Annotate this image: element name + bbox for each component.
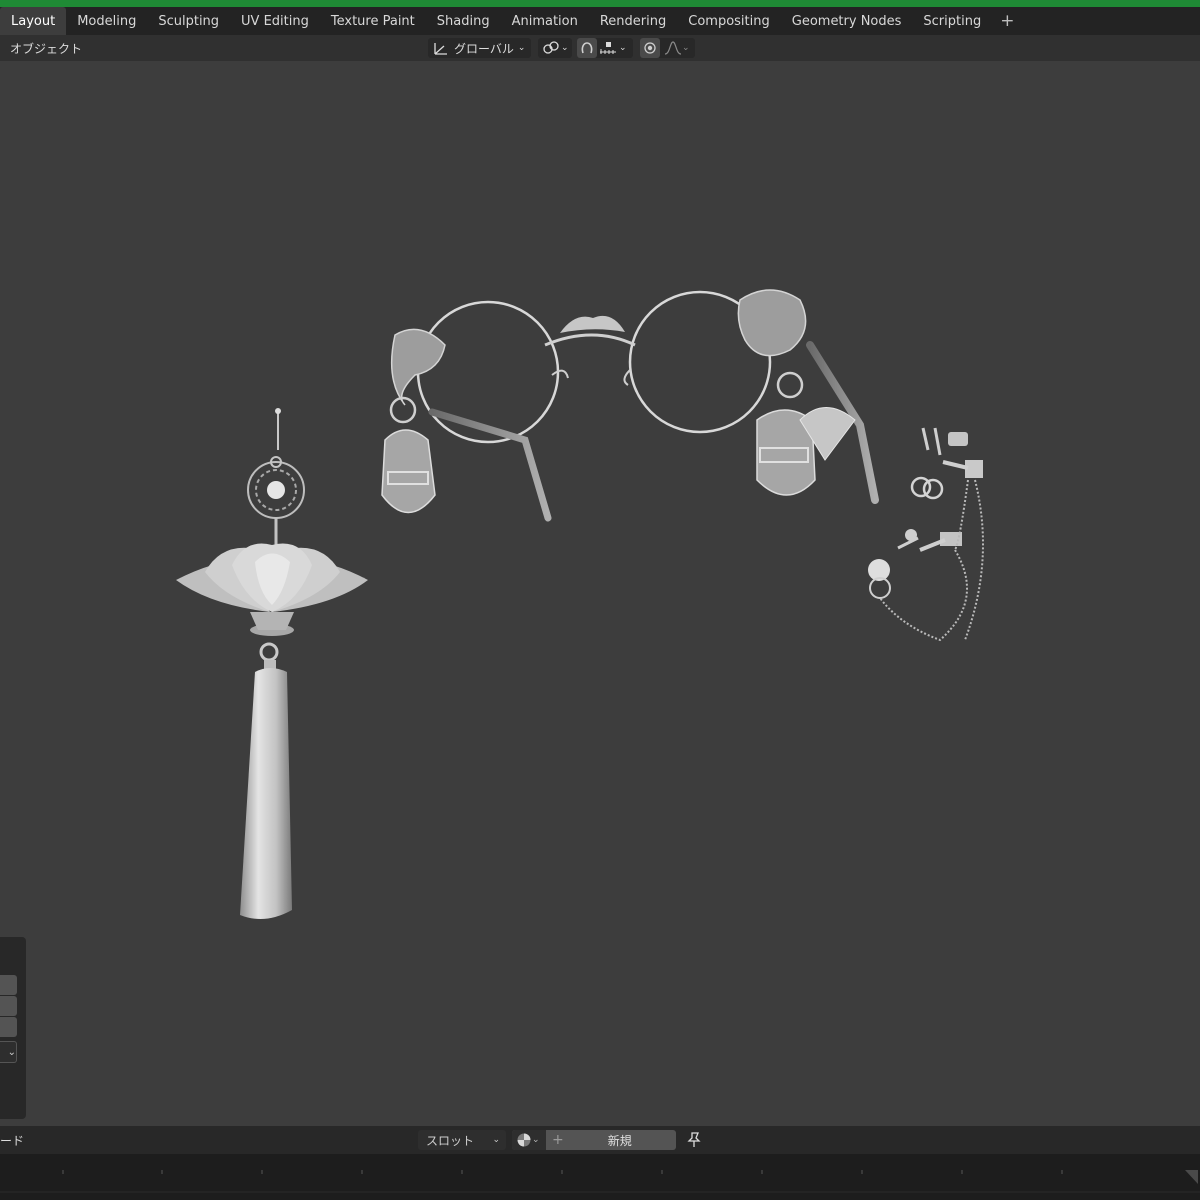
operator-field-1[interactable] (0, 975, 17, 995)
pivot-point-dropdown[interactable]: ⌄ (538, 38, 572, 58)
falloff-curve-icon (664, 41, 682, 55)
chevron-down-icon: ⌄ (7, 1046, 16, 1058)
pin-icon[interactable] (686, 1131, 702, 1149)
material-sphere-icon (517, 1133, 531, 1147)
tab-scripting[interactable]: Scripting (912, 7, 992, 35)
ear-cuff-chain-model[interactable] (868, 427, 984, 642)
tab-modeling[interactable]: Modeling (66, 7, 147, 35)
chevron-down-icon: ⌄ (517, 43, 526, 53)
window-title-strip (0, 0, 1200, 7)
tab-uv-editing[interactable]: UV Editing (230, 7, 320, 35)
operator-field-3[interactable] (0, 1017, 17, 1037)
material-browse-button[interactable]: ⌄ (512, 1130, 546, 1150)
tab-compositing[interactable]: Compositing (677, 7, 781, 35)
tab-animation[interactable]: Animation (501, 7, 589, 35)
operator-field-2[interactable] (0, 996, 17, 1016)
operator-panel: ⌄ (0, 937, 26, 1119)
tab-texture-paint[interactable]: Texture Paint (320, 7, 426, 35)
tab-rendering[interactable]: Rendering (589, 7, 677, 35)
slot-label: スロット (426, 1133, 475, 1148)
snap-magnet-icon[interactable] (577, 38, 597, 58)
transform-orientation-dropdown[interactable]: グローバル ⌄ (428, 38, 531, 58)
proportional-edit-icon[interactable] (640, 38, 660, 58)
object-mode-menu[interactable]: オブジェクト (10, 40, 82, 57)
glasses-model[interactable] (381, 289, 879, 522)
editor-mode-label[interactable]: ード (0, 1132, 24, 1149)
tab-shading[interactable]: Shading (426, 7, 501, 35)
lotus-pendant-model[interactable] (176, 408, 368, 919)
tab-sculpting[interactable]: Sculpting (147, 7, 230, 35)
tab-layout[interactable]: Layout (0, 7, 67, 35)
chevron-down-icon: ⌄ (492, 1135, 500, 1145)
proportional-editing-controls[interactable]: ⌄ (640, 38, 695, 58)
orientation-axes-icon (434, 43, 447, 55)
operator-dropdown[interactable]: ⌄ (0, 1041, 17, 1063)
material-selector: ⌄ + 新規 (512, 1130, 676, 1150)
pivot-link-icon (543, 41, 559, 54)
3d-viewport[interactable] (0, 61, 1200, 1126)
new-material-button[interactable]: 新規 (608, 1132, 632, 1149)
tab-geometry-nodes[interactable]: Geometry Nodes (781, 7, 913, 35)
workspace-tabs: Layout Modeling Sculpting UV Editing Tex… (0, 7, 1200, 35)
snap-increment-icon (600, 42, 616, 54)
bottom-editor: ード スロット ⌄ ⌄ + 新規 (0, 1126, 1200, 1200)
chevron-down-icon: ⌄ (532, 1135, 540, 1145)
timeline-ruler (0, 1170, 1200, 1193)
chevron-down-icon: ⌄ (619, 43, 627, 53)
add-workspace-button[interactable]: + (992, 7, 1022, 35)
bottom-editor-header: ード スロット ⌄ ⌄ + 新規 (0, 1126, 1200, 1154)
chevron-down-icon: ⌄ (561, 43, 569, 53)
plus-icon: + (552, 1132, 564, 1148)
snapping-controls[interactable]: ⌄ (577, 38, 633, 58)
orientation-label: グローバル (454, 41, 514, 56)
viewport-header: オブジェクト グローバル ⌄ ⌄ ⌄ ⌄ (0, 35, 1200, 61)
chevron-down-icon: ⌄ (682, 43, 690, 53)
material-slot-dropdown[interactable]: スロット ⌄ (418, 1130, 506, 1150)
